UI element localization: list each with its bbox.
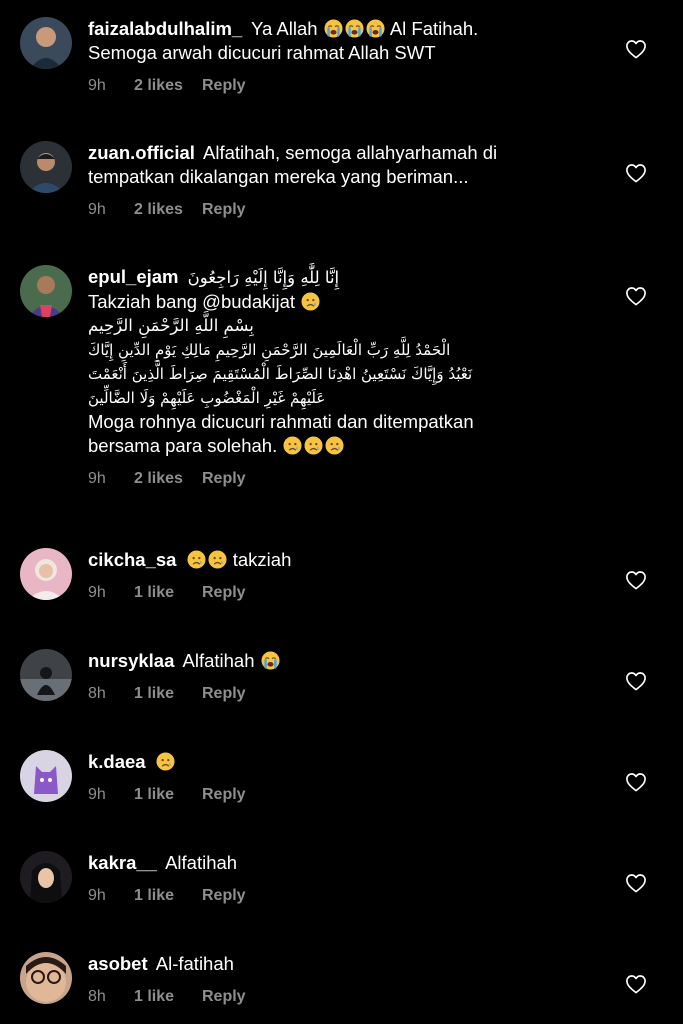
- avatar[interactable]: [20, 17, 72, 69]
- likes-count[interactable]: 1 like: [134, 987, 202, 1007]
- comment-body: Al Fatihah.: [389, 18, 479, 39]
- reply-button[interactable]: Reply: [202, 200, 246, 220]
- timestamp: 9h: [88, 887, 106, 904]
- comment-text: kakra__ Alfatihah: [88, 851, 598, 875]
- timestamp: 8h: [88, 685, 106, 702]
- comment-meta: 9h 1 like Reply: [88, 886, 598, 906]
- heart-icon[interactable]: [625, 39, 647, 59]
- comment-body: Al-fatihah: [155, 953, 234, 974]
- avatar[interactable]: [20, 548, 72, 600]
- timestamp: 9h: [88, 470, 106, 487]
- username[interactable]: k.daea: [88, 751, 146, 772]
- comment-text: k.daea: [88, 750, 598, 774]
- comment-text: nursyklaa Alfatihah: [88, 649, 598, 673]
- likes-count[interactable]: 2 likes: [134, 469, 202, 489]
- heart-icon[interactable]: [625, 671, 647, 691]
- comment-body: Ya Allah: [251, 18, 318, 39]
- crying-emoji-icon: [325, 436, 344, 455]
- arabic-text: بِسْمِ اللَّهِ الرَّحْمَنِ الرَّحِيم: [88, 316, 254, 335]
- timestamp: 8h: [88, 988, 106, 1005]
- likes-count[interactable]: 2 likes: [134, 200, 202, 220]
- avatar[interactable]: [20, 649, 72, 701]
- avatar[interactable]: [20, 141, 72, 193]
- comment-body: tempatkan dikalangan mereka yang beriman…: [88, 166, 469, 187]
- comment-body: Takziah bang: [88, 291, 198, 312]
- avatar[interactable]: [20, 952, 72, 1004]
- comment-text: epul_ejam إِنَّا لِلَّٰهِ وَإِنَّا إِلَي…: [88, 265, 598, 314]
- heart-icon[interactable]: [625, 974, 647, 994]
- timestamp: 9h: [88, 786, 106, 803]
- arabic-text: نَعْبُدُ وَإِيَّاكَ نَسْتَعِينُ اهْدِنَا…: [88, 365, 473, 383]
- sobbing-emoji-icon: [345, 19, 364, 38]
- comment-meta: 8h 1 like Reply: [88, 987, 598, 1007]
- comment-meta: 8h 1 like Reply: [88, 684, 598, 704]
- crying-emoji-icon: [208, 550, 227, 569]
- comment-meta: 9h 2 likes Reply: [88, 200, 598, 220]
- likes-count[interactable]: 1 like: [134, 886, 202, 906]
- comment-body: bersama para solehah.: [88, 435, 278, 456]
- comment-body: Moga rohnya dicucuri rahmati dan ditempa…: [88, 411, 474, 432]
- likes-count[interactable]: 2 likes: [134, 76, 202, 96]
- reply-button[interactable]: Reply: [202, 469, 246, 489]
- username[interactable]: faizalabdulhalim_: [88, 18, 242, 39]
- comment-body: takziah: [232, 549, 292, 570]
- comment-body: Alfatihah: [182, 650, 255, 671]
- avatar[interactable]: [20, 750, 72, 802]
- crying-emoji-icon: [187, 550, 206, 569]
- username[interactable]: nursyklaa: [88, 650, 174, 671]
- comment-meta: 9h 2 likes Reply: [88, 76, 598, 96]
- comment-text: Moga rohnya dicucuri rahmati dan ditempa…: [88, 410, 598, 458]
- username[interactable]: kakra__: [88, 852, 157, 873]
- avatar[interactable]: [20, 265, 72, 317]
- reply-button[interactable]: Reply: [202, 886, 246, 906]
- heart-icon[interactable]: [625, 570, 647, 590]
- reply-button[interactable]: Reply: [202, 76, 246, 96]
- crying-emoji-icon: [304, 436, 323, 455]
- crying-emoji-icon: [283, 436, 302, 455]
- username[interactable]: cikcha_sa: [88, 549, 176, 570]
- comment-meta: 9h 2 likes Reply: [88, 469, 598, 489]
- reply-button[interactable]: Reply: [202, 785, 246, 805]
- timestamp: 9h: [88, 584, 106, 601]
- arabic-text: إِنَّا لِلَّٰهِ وَإِنَّا إِلَيْهِ رَاجِع…: [187, 268, 340, 287]
- arabic-text: الْحَمْدُ لِلَّهِ رَبِّ الْعَالَمِينَ ال…: [88, 341, 451, 359]
- comment-body: Alfatihah, semoga allahyarhamah di: [203, 142, 498, 163]
- username[interactable]: asobet: [88, 953, 148, 974]
- sobbing-emoji-icon: [324, 19, 343, 38]
- reply-button[interactable]: Reply: [202, 583, 246, 603]
- comment-text: faizalabdulhalim_ Ya Allah Al Fatihah. S…: [88, 17, 598, 65]
- avatar[interactable]: [20, 851, 72, 903]
- comment-meta: 9h 1 like Reply: [88, 785, 598, 805]
- likes-count[interactable]: 1 like: [134, 583, 202, 603]
- comment-body: Alfatihah: [165, 852, 238, 873]
- comment-text: zuan.official Alfatihah, semoga allahyar…: [88, 141, 598, 189]
- sobbing-emoji-icon: [366, 19, 385, 38]
- likes-count[interactable]: 1 like: [134, 785, 202, 805]
- timestamp: 9h: [88, 77, 106, 94]
- comment-text: cikcha_sa takziah: [88, 548, 598, 572]
- comment-text: asobet Al-fatihah: [88, 952, 598, 976]
- reply-button[interactable]: Reply: [202, 684, 246, 704]
- heart-icon[interactable]: [625, 873, 647, 893]
- reply-button[interactable]: Reply: [202, 987, 246, 1007]
- arabic-text: عَلَيْهِمْ غَيْرِ الْمَغْضُوبِ عَلَيْهِم…: [88, 389, 326, 407]
- heart-icon[interactable]: [625, 286, 647, 306]
- crying-emoji-icon: [301, 292, 320, 311]
- crying-emoji-icon: [156, 752, 175, 771]
- username[interactable]: zuan.official: [88, 142, 195, 163]
- username[interactable]: epul_ejam: [88, 266, 179, 287]
- comment-meta: 9h 1 like Reply: [88, 583, 598, 603]
- timestamp: 9h: [88, 201, 106, 218]
- heart-icon[interactable]: [625, 772, 647, 792]
- heart-icon[interactable]: [625, 163, 647, 183]
- likes-count[interactable]: 1 like: [134, 684, 202, 704]
- sobbing-emoji-icon: [261, 651, 280, 670]
- comment-body: Semoga arwah dicucuri rahmat Allah SWT: [88, 42, 436, 63]
- mention-link[interactable]: @budakijat: [202, 291, 295, 312]
